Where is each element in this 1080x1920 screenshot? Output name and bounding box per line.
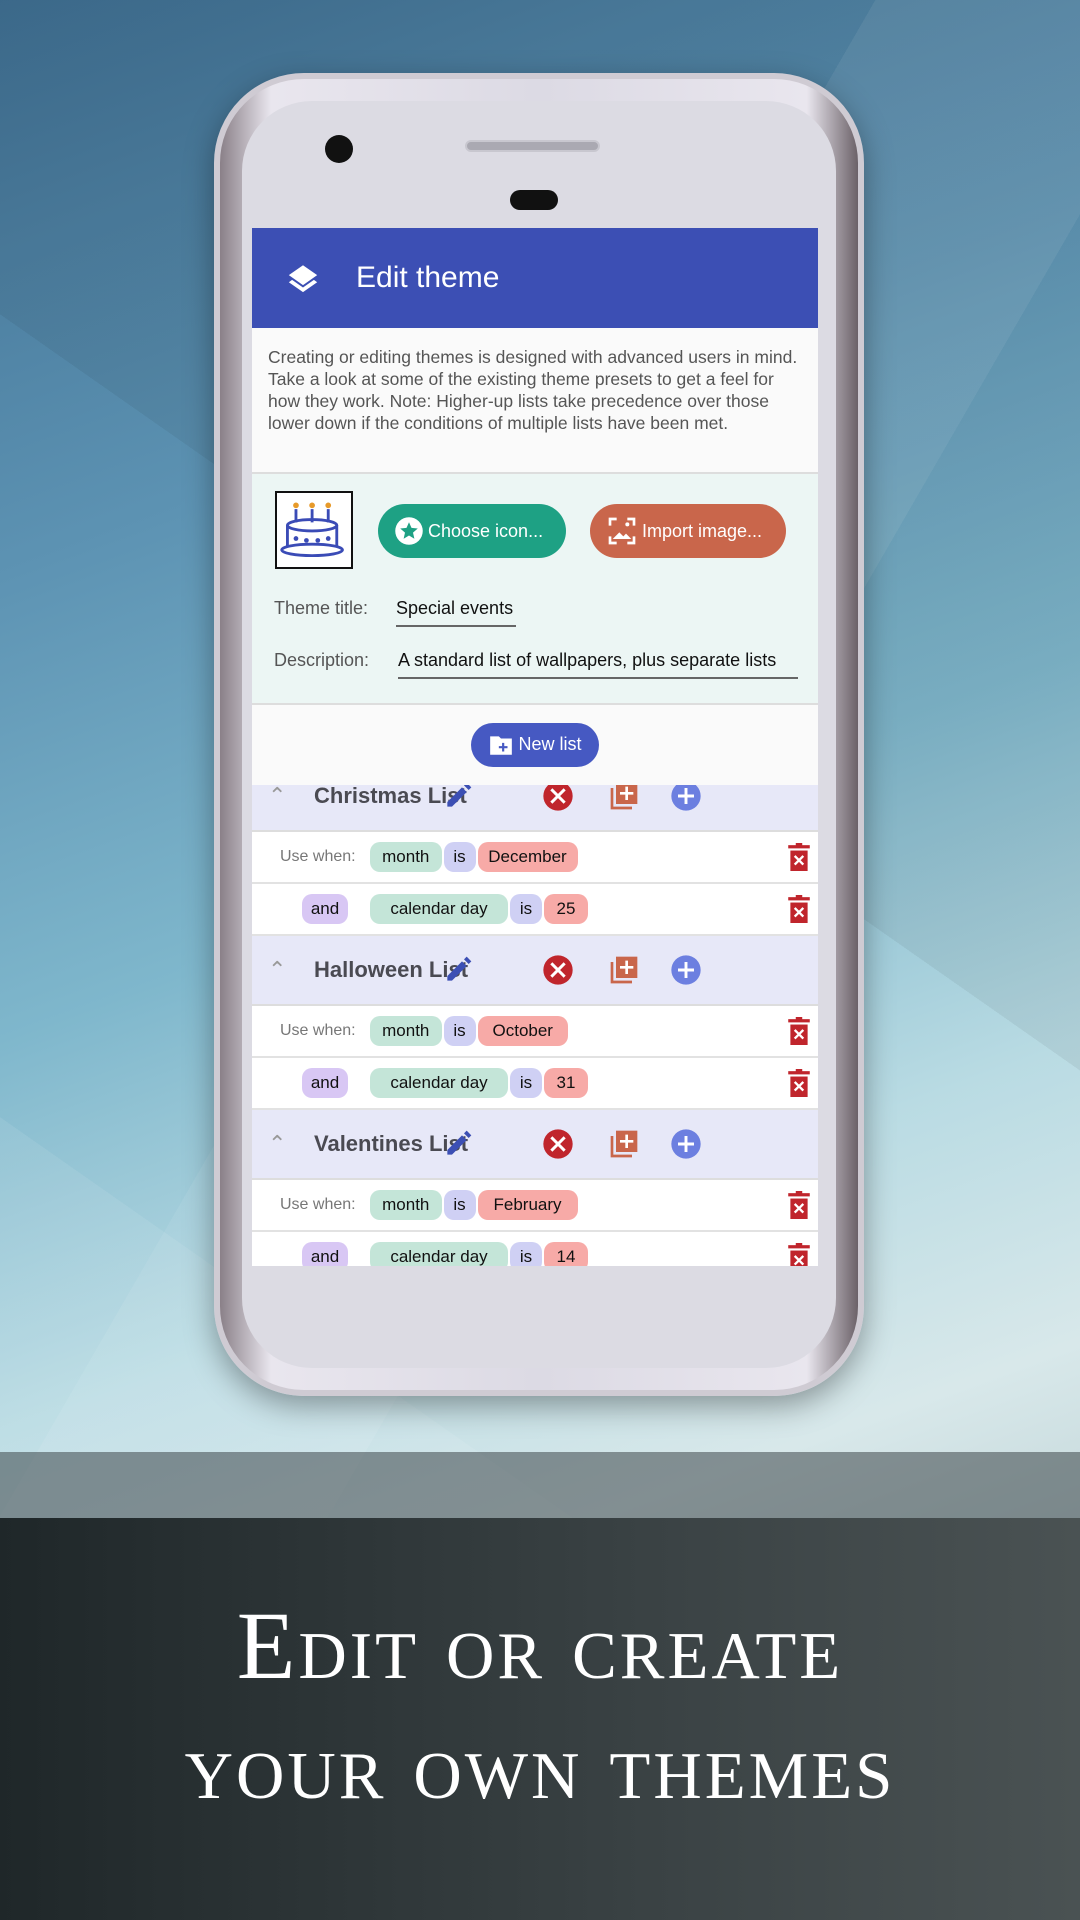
condition-row: Use when: month is February bbox=[252, 1180, 818, 1232]
delete-condition-icon[interactable] bbox=[788, 1243, 810, 1266]
condition-row: and calendar day is 14 bbox=[252, 1232, 818, 1266]
use-when-label: Use when: bbox=[280, 1022, 356, 1039]
theme-lists[interactable]: ⌃ Christmas List Use when: month is Dece… bbox=[252, 785, 818, 1266]
value-chip[interactable]: 14 bbox=[544, 1242, 588, 1266]
tagline-line-1: Edit or create bbox=[236, 1592, 844, 1699]
condition-row: Use when: month is December bbox=[252, 832, 818, 884]
add-condition-icon[interactable] bbox=[670, 1128, 702, 1160]
duplicate-list-icon[interactable] bbox=[608, 1128, 640, 1160]
delete-condition-icon[interactable] bbox=[788, 1017, 810, 1045]
delete-condition-icon[interactable] bbox=[788, 1069, 810, 1097]
operator-chip[interactable]: is bbox=[443, 1190, 476, 1220]
new-list-button[interactable]: New list bbox=[471, 722, 599, 767]
operator-chip[interactable]: is bbox=[510, 1242, 542, 1266]
field-chip[interactable]: month bbox=[370, 842, 442, 872]
conjunction-chip[interactable]: and bbox=[302, 894, 348, 924]
list-header[interactable]: ⌃ Christmas List bbox=[252, 785, 818, 832]
speaker bbox=[465, 140, 600, 152]
remove-list-icon[interactable] bbox=[542, 1128, 574, 1160]
value-chip[interactable]: 25 bbox=[544, 894, 588, 924]
collapse-chevron-icon[interactable]: ⌃ bbox=[268, 785, 286, 809]
edit-pencil-icon[interactable] bbox=[442, 785, 474, 812]
theme-icon-preview[interactable] bbox=[275, 491, 353, 569]
conjunction-chip[interactable]: and bbox=[302, 1242, 348, 1266]
app-screen: Edit theme Creating or editing themes is… bbox=[252, 228, 818, 1266]
remove-list-icon[interactable] bbox=[542, 785, 574, 812]
description-input[interactable]: A standard list of wallpapers, plus sepa… bbox=[398, 650, 798, 679]
description-text: Creating or editing themes is designed w… bbox=[252, 328, 818, 474]
operator-chip[interactable]: is bbox=[510, 1068, 542, 1098]
field-chip[interactable]: calendar day bbox=[370, 1068, 508, 1098]
use-when-label: Use when: bbox=[280, 1196, 356, 1213]
edit-pencil-icon[interactable] bbox=[442, 1128, 474, 1160]
field-chip[interactable]: month bbox=[370, 1190, 442, 1220]
cake-icon bbox=[280, 502, 344, 558]
delete-condition-icon[interactable] bbox=[788, 895, 810, 923]
list-header[interactable]: ⌃ Halloween List bbox=[252, 936, 818, 1006]
folder-plus-icon bbox=[490, 735, 513, 755]
layers-icon bbox=[288, 265, 318, 293]
conjunction-chip[interactable]: and bbox=[302, 1068, 348, 1098]
use-when-label: Use when: bbox=[280, 848, 356, 865]
condition-row: Use when: month is October bbox=[252, 1006, 818, 1058]
app-bar: Edit theme bbox=[252, 228, 818, 328]
operator-chip[interactable]: is bbox=[510, 894, 542, 924]
page-title: Edit theme bbox=[356, 261, 500, 294]
condition-row: and calendar day is 31 bbox=[252, 1058, 818, 1110]
new-list-area: New list bbox=[252, 705, 818, 784]
add-condition-icon[interactable] bbox=[670, 785, 702, 812]
field-chip[interactable]: calendar day bbox=[370, 1242, 508, 1266]
collapse-chevron-icon[interactable]: ⌃ bbox=[268, 1131, 286, 1157]
operator-chip[interactable]: is bbox=[443, 1016, 476, 1046]
remove-list-icon[interactable] bbox=[542, 954, 574, 986]
duplicate-list-icon[interactable] bbox=[608, 785, 640, 812]
operator-chip[interactable]: is bbox=[443, 842, 476, 872]
edit-pencil-icon[interactable] bbox=[442, 954, 474, 986]
delete-condition-icon[interactable] bbox=[788, 843, 810, 871]
camera bbox=[325, 135, 353, 163]
star-circle-icon bbox=[395, 517, 423, 545]
list-header[interactable]: ⌃ Valentines List bbox=[252, 1110, 818, 1180]
theme-settings: Choose icon... Import image... Theme tit… bbox=[252, 474, 818, 705]
description-label: Description: bbox=[274, 650, 370, 670]
import-image-button[interactable]: Import image... bbox=[590, 504, 786, 558]
choose-icon-button[interactable]: Choose icon... bbox=[378, 504, 566, 558]
value-chip[interactable]: October bbox=[477, 1016, 568, 1046]
field-chip[interactable]: month bbox=[370, 1016, 442, 1046]
condition-row: and calendar day is 25 bbox=[252, 884, 818, 936]
delete-condition-icon[interactable] bbox=[788, 1191, 810, 1219]
value-chip[interactable]: 31 bbox=[544, 1068, 588, 1098]
duplicate-list-icon[interactable] bbox=[608, 954, 640, 986]
banner-strip bbox=[0, 1452, 1080, 1518]
collapse-chevron-icon[interactable]: ⌃ bbox=[268, 957, 286, 983]
tagline-line-2: your own themes bbox=[184, 1712, 896, 1819]
value-chip[interactable]: December bbox=[477, 842, 578, 872]
sensor bbox=[510, 190, 558, 210]
add-condition-icon[interactable] bbox=[670, 954, 702, 986]
image-icon bbox=[608, 517, 636, 545]
theme-title-label: Theme title: bbox=[274, 598, 369, 618]
value-chip[interactable]: February bbox=[477, 1190, 578, 1220]
theme-title-input[interactable]: Special events bbox=[396, 598, 516, 627]
field-chip[interactable]: calendar day bbox=[370, 894, 508, 924]
